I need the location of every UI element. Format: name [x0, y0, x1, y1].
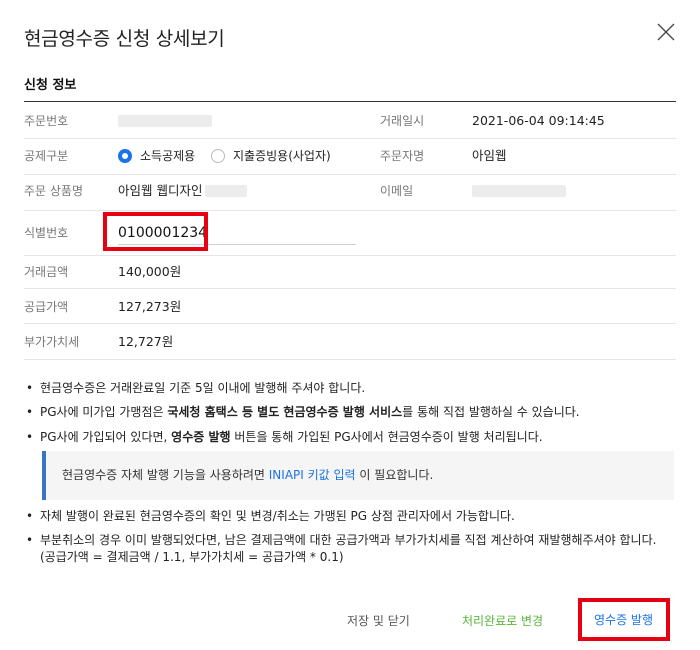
deduction-option-income-label: 소득공제용 — [140, 149, 196, 163]
order-number-value-redacted — [118, 115, 212, 127]
trade-amount-label: 거래금액 — [24, 265, 69, 279]
vat-value: 12,727원 — [118, 334, 174, 349]
row-divider — [24, 323, 676, 324]
email-label: 이메일 — [380, 184, 414, 198]
section-divider — [24, 101, 676, 102]
row-divider — [24, 210, 676, 211]
identification-number-label: 식별번호 — [24, 226, 69, 240]
close-icon[interactable] — [656, 22, 676, 42]
highlight-box-issue — [578, 598, 670, 641]
email-value-redacted — [472, 185, 566, 197]
trade-date-label: 거래일시 — [380, 114, 425, 128]
dialog-title: 현금영수증 신청 상세보기 — [24, 28, 225, 50]
vat-label: 부가가치세 — [24, 335, 80, 349]
deduction-radio-income[interactable] — [118, 149, 132, 163]
row-divider — [24, 138, 676, 139]
iniapi-key-link[interactable]: INIAPI 키값 입력 — [269, 468, 356, 482]
deduction-option-business-label: 지출증빙용(사업자) — [233, 149, 331, 163]
row-divider — [24, 255, 676, 256]
save-close-button[interactable]: 저장 및 닫기 — [347, 613, 410, 629]
trade-amount-value: 140,000원 — [118, 264, 182, 279]
orderer-name-value: 아임웹 — [472, 148, 507, 163]
product-name-label: 주문 상품명 — [24, 184, 84, 198]
row-divider — [24, 359, 676, 360]
section-title: 신청 정보 — [24, 78, 77, 93]
trade-date-value: 2021-06-04 09:14:45 — [472, 113, 605, 128]
deduction-type-label: 공제구분 — [24, 149, 69, 163]
deduction-radio-business[interactable] — [211, 149, 225, 163]
row-divider — [24, 288, 676, 289]
highlight-box-id — [103, 212, 208, 251]
mark-complete-button[interactable]: 처리완료로 변경 — [462, 613, 543, 629]
info-box: 현금영수증 자체 발행 기능을 사용하려면 INIAPI 키값 입력 이 필요합… — [42, 451, 674, 500]
supply-amount-value: 127,273원 — [118, 299, 182, 314]
product-name-redacted — [205, 185, 247, 197]
product-name-value: 아임웹 웹디자인 — [118, 183, 203, 198]
supply-amount-label: 공급가액 — [24, 300, 69, 314]
orderer-name-label: 주문자명 — [380, 149, 425, 163]
order-number-label: 주문번호 — [24, 114, 69, 128]
row-divider — [24, 174, 676, 175]
